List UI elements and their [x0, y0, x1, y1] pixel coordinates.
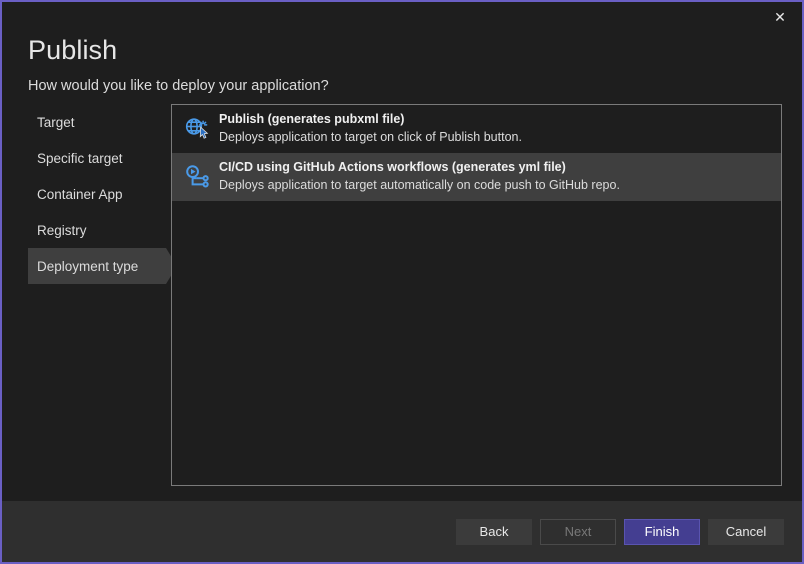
- dialog-title-bar: ✕: [2, 2, 802, 32]
- dialog-header: Publish How would you like to deploy you…: [2, 32, 802, 95]
- page-subtitle: How would you like to deploy your applic…: [28, 78, 802, 95]
- deployment-type-list: Publish (generates pubxml file) Deploys …: [171, 104, 782, 486]
- page-title: Publish: [28, 37, 802, 64]
- sidebar-item-label: Specific target: [37, 151, 123, 166]
- sidebar-item-registry[interactable]: Registry: [28, 212, 166, 248]
- next-button: Next: [540, 519, 616, 545]
- sidebar-item-target[interactable]: Target: [28, 104, 166, 140]
- sidebar-item-label: Container App: [37, 187, 123, 202]
- sidebar-item-label: Registry: [37, 223, 87, 238]
- option-title: CI/CD using GitHub Actions workflows (ge…: [219, 159, 620, 176]
- finish-button[interactable]: Finish: [624, 519, 700, 545]
- option-cicd-github-actions[interactable]: CI/CD using GitHub Actions workflows (ge…: [172, 153, 781, 201]
- sidebar-item-specific-target[interactable]: Specific target: [28, 140, 166, 176]
- dialog-footer: Back Next Finish Cancel: [2, 501, 802, 562]
- option-publish-pubxml[interactable]: Publish (generates pubxml file) Deploys …: [172, 105, 781, 153]
- sidebar-item-container-app[interactable]: Container App: [28, 176, 166, 212]
- cancel-button[interactable]: Cancel: [708, 519, 784, 545]
- option-text: Publish (generates pubxml file) Deploys …: [213, 105, 522, 146]
- option-title: Publish (generates pubxml file): [219, 111, 522, 128]
- sidebar-item-label: Target: [37, 115, 75, 130]
- option-text: CI/CD using GitHub Actions workflows (ge…: [213, 153, 620, 194]
- dialog-body: Target Specific target Container App Reg…: [2, 95, 802, 501]
- sidebar-item-label: Deployment type: [37, 259, 138, 274]
- wizard-steps-sidebar: Target Specific target Container App Reg…: [28, 104, 166, 284]
- option-description: Deploys application to target on click o…: [219, 129, 522, 146]
- option-description: Deploys application to target automatica…: [219, 177, 620, 194]
- globe-cursor-icon: [181, 105, 213, 153]
- publish-dialog: ✕ Publish How would you like to deploy y…: [0, 0, 804, 564]
- pipeline-branch-icon: [181, 153, 213, 201]
- sidebar-item-deployment-type[interactable]: Deployment type: [28, 248, 166, 284]
- close-icon[interactable]: ✕: [758, 2, 802, 32]
- back-button[interactable]: Back: [456, 519, 532, 545]
